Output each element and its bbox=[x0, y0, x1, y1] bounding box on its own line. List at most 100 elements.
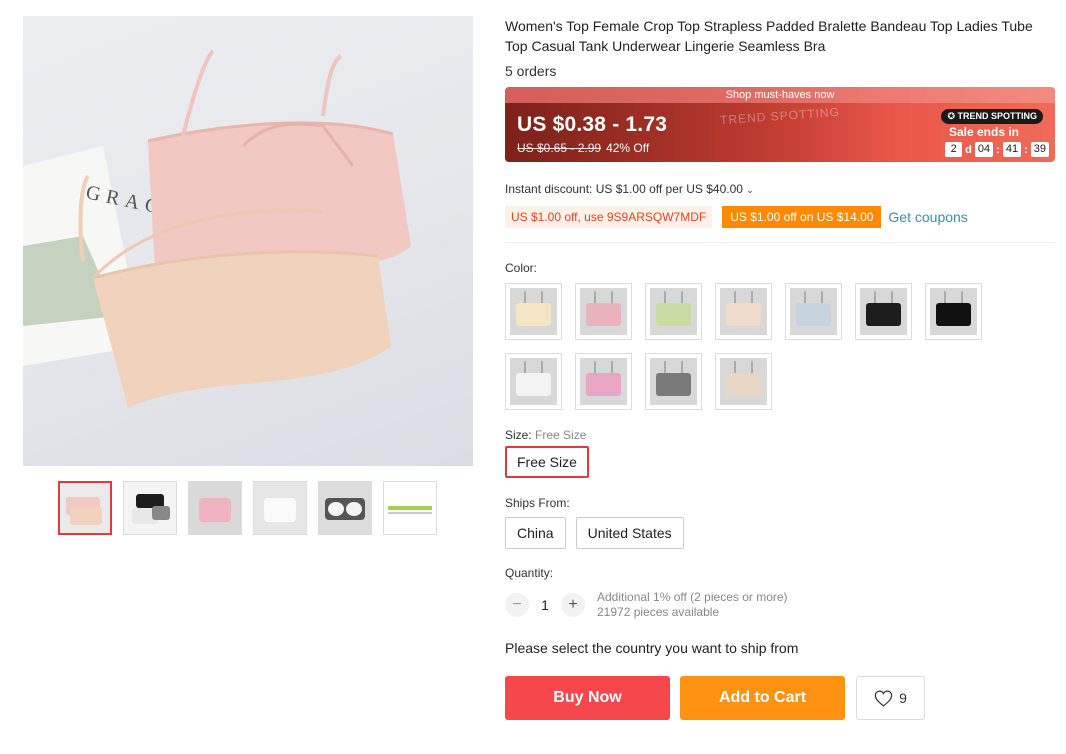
quantity-increase-button[interactable]: + bbox=[561, 593, 585, 617]
swatch-color bbox=[586, 373, 621, 396]
swatch-color bbox=[866, 303, 901, 326]
price-range: US $0.38 - 1.73 bbox=[517, 113, 668, 136]
countdown-days-unit: d bbox=[965, 143, 972, 156]
swatch-image bbox=[650, 358, 697, 405]
swatch-image bbox=[720, 288, 767, 335]
countdown-minutes: 41 bbox=[1002, 142, 1022, 157]
ships-from-label: Ships From: bbox=[505, 496, 570, 510]
trend-icon: ✪ bbox=[947, 111, 958, 121]
swatch-image bbox=[580, 358, 627, 405]
color-swatch-6[interactable] bbox=[855, 283, 912, 340]
thumbnail-image bbox=[254, 482, 306, 534]
quantity-label: Quantity: bbox=[505, 566, 554, 580]
thumbnail-4[interactable] bbox=[253, 481, 307, 535]
swatch-image bbox=[510, 288, 557, 335]
price-original-row: US $0.65 - 2.99 42% Off bbox=[517, 141, 649, 155]
product-photo: GRAC bbox=[23, 49, 411, 408]
bulk-discount-note: Additional 1% off (2 pieces or more) bbox=[597, 590, 788, 604]
stock-available: 21972 pieces available bbox=[597, 605, 720, 619]
color-swatch-10[interactable] bbox=[645, 353, 702, 410]
ship-country-message: Please select the country you want to sh… bbox=[505, 640, 799, 656]
trend-spotting-badge: ✪ TREND SPOTTING bbox=[941, 109, 1043, 124]
swatch-image bbox=[930, 288, 977, 335]
discount-percent: 42% Off bbox=[606, 141, 650, 155]
ships-from-options: China United States bbox=[505, 517, 1055, 549]
divider bbox=[505, 242, 1055, 243]
product-main-image[interactable]: GRAC bbox=[23, 16, 473, 466]
color-swatch-4[interactable] bbox=[715, 283, 772, 340]
product-title: Women's Top Female Crop Top Strapless Pa… bbox=[505, 18, 1033, 54]
swatch-color bbox=[516, 303, 551, 326]
color-swatch-5[interactable] bbox=[785, 283, 842, 340]
swatch-color bbox=[516, 373, 551, 396]
chevron-down-icon: ⌄ bbox=[746, 185, 754, 195]
color-swatch-9[interactable] bbox=[575, 353, 632, 410]
price-banner: Shop must-haves now TREND SPOTTING US $0… bbox=[505, 87, 1055, 162]
thumbnail-2[interactable] bbox=[123, 481, 177, 535]
color-swatch-11[interactable] bbox=[715, 353, 772, 410]
quantity-note: Additional 1% off (2 pieces or more) 219… bbox=[597, 590, 788, 620]
countdown-seconds: 39 bbox=[1030, 142, 1049, 157]
swatch-color bbox=[656, 303, 691, 326]
swatch-image bbox=[720, 358, 767, 405]
color-swatches bbox=[505, 283, 1055, 410]
buy-now-button[interactable]: Buy Now bbox=[505, 676, 670, 720]
countdown-sep: : bbox=[1024, 143, 1028, 156]
thumbnail-image bbox=[189, 482, 241, 534]
size-option-free-size[interactable]: Free Size bbox=[505, 446, 589, 478]
countdown-days: 2 bbox=[945, 142, 963, 157]
swatch-color bbox=[936, 303, 971, 326]
instant-discount-text: Instant discount: US $1.00 off per US $4… bbox=[505, 182, 743, 196]
thumbnail-image bbox=[124, 482, 176, 534]
color-swatch-3[interactable] bbox=[645, 283, 702, 340]
swatch-image bbox=[790, 288, 837, 335]
color-swatch-2[interactable] bbox=[575, 283, 632, 340]
original-price: US $0.65 - 2.99 bbox=[517, 141, 602, 155]
countdown-sep: : bbox=[996, 143, 1000, 156]
swatch-color bbox=[796, 303, 831, 326]
action-buttons: Buy Now Add to Cart 9 bbox=[505, 676, 1055, 720]
product-info: Women's Top Female Crop Top Strapless Pa… bbox=[505, 16, 1055, 720]
thumbnail-image bbox=[60, 483, 110, 533]
quantity-value[interactable]: 1 bbox=[529, 597, 561, 613]
get-coupons-link[interactable]: Get coupons bbox=[888, 209, 967, 225]
color-swatch-8[interactable] bbox=[505, 353, 562, 410]
swatch-color bbox=[656, 373, 691, 396]
size-label-row: Size: Free Size bbox=[505, 428, 1055, 442]
color-swatch-1[interactable] bbox=[505, 283, 562, 340]
thumbnail-strip bbox=[58, 481, 437, 535]
size-selected-name: Free Size bbox=[535, 428, 587, 442]
thumbnail-3[interactable] bbox=[188, 481, 242, 535]
color-label: Color: bbox=[505, 261, 538, 275]
thumbnail-6[interactable] bbox=[383, 481, 437, 535]
quantity-stepper: − 1 + Additional 1% off (2 pieces or mor… bbox=[505, 590, 1055, 620]
thumbnail-image bbox=[384, 482, 436, 534]
add-to-cart-button[interactable]: Add to Cart bbox=[680, 676, 845, 720]
order-count: 5 orders bbox=[505, 63, 557, 79]
countdown-timer: 2 d 04 : 41 : 39 bbox=[945, 142, 1049, 157]
swatch-image bbox=[580, 288, 627, 335]
trend-badge-text: TREND SPOTTING bbox=[957, 111, 1037, 121]
wishlist-count: 9 bbox=[899, 690, 907, 706]
color-swatch-7[interactable] bbox=[925, 283, 982, 340]
swatch-color bbox=[726, 373, 761, 396]
ship-option-china[interactable]: China bbox=[505, 517, 566, 549]
coupon-code-badge[interactable]: US $1.00 off, use 9S9ARSQW7MDF bbox=[505, 206, 713, 228]
swatch-color bbox=[726, 303, 761, 326]
banner-caption: Shop must-haves now bbox=[505, 87, 1055, 103]
swatch-color bbox=[586, 303, 621, 326]
quantity-decrease-button[interactable]: − bbox=[505, 593, 529, 617]
swatch-image bbox=[860, 288, 907, 335]
size-options: Free Size bbox=[505, 446, 1055, 478]
coupon-row: US $1.00 off, use 9S9ARSQW7MDF US $1.00 … bbox=[505, 206, 1055, 228]
swatch-image bbox=[650, 288, 697, 335]
thumbnail-1[interactable] bbox=[58, 481, 112, 535]
instant-discount[interactable]: Instant discount: US $1.00 off per US $4… bbox=[505, 182, 1055, 196]
countdown-hours: 04 bbox=[974, 142, 994, 157]
ship-option-united-states[interactable]: United States bbox=[575, 517, 684, 549]
size-label: Size: bbox=[505, 428, 532, 442]
heart-icon bbox=[874, 690, 893, 707]
coupon-threshold-badge[interactable]: US $1.00 off on US $14.00 bbox=[722, 206, 882, 228]
thumbnail-5[interactable] bbox=[318, 481, 372, 535]
wishlist-button[interactable]: 9 bbox=[856, 676, 925, 720]
